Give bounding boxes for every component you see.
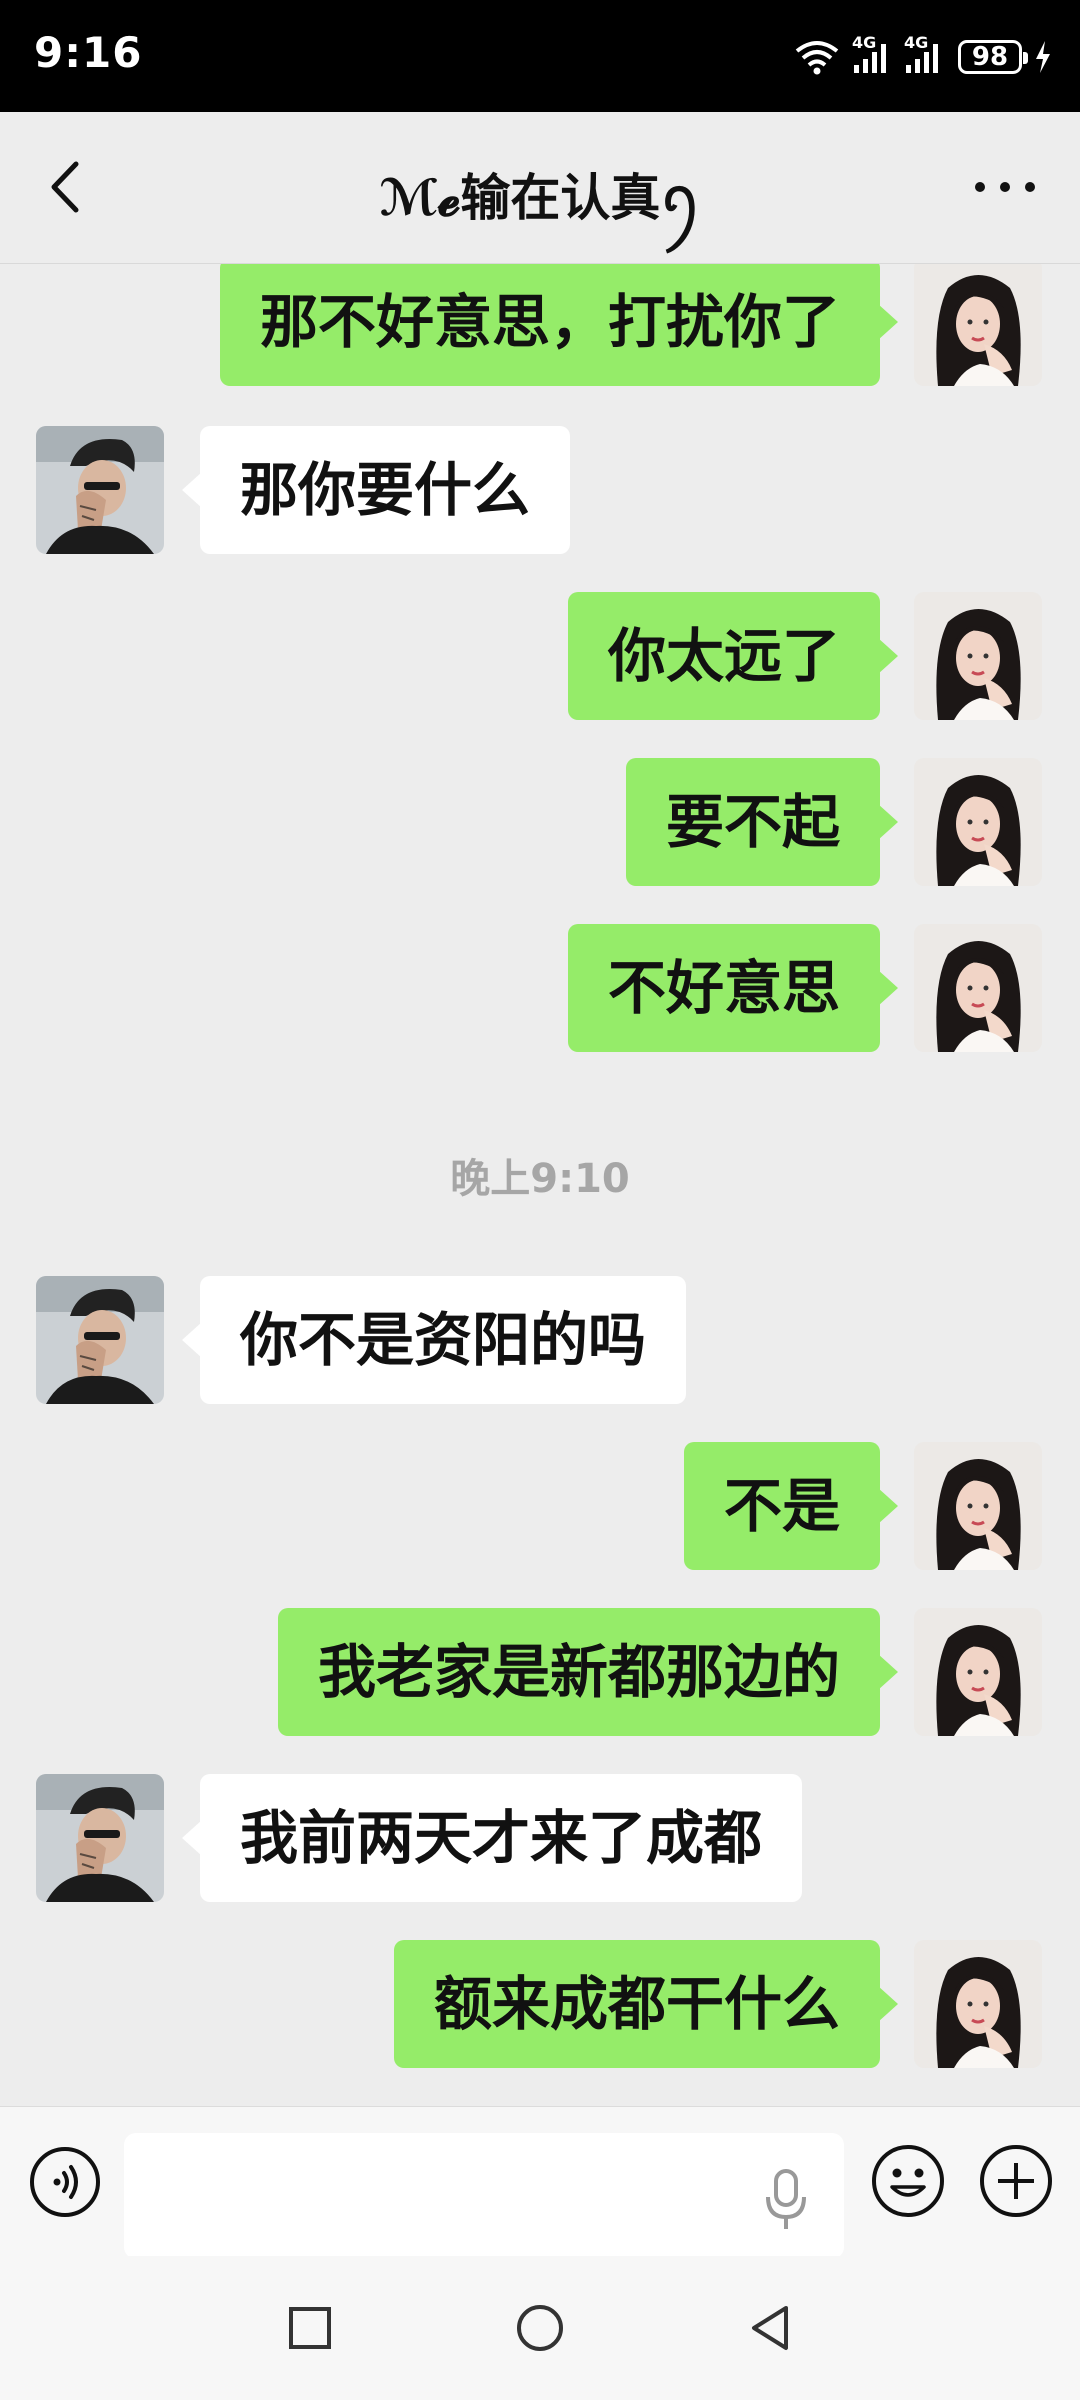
recents-square-icon[interactable] xyxy=(282,2300,338,2356)
mic-icon[interactable] xyxy=(762,2167,810,2233)
contact-avatar[interactable] xyxy=(36,1774,164,1902)
charging-icon xyxy=(1036,41,1050,73)
voice-icon[interactable] xyxy=(28,2145,102,2219)
chat-title: ℳ𝓮输在认真ꪆ xyxy=(379,169,701,227)
message-bubble[interactable]: 不好意思 xyxy=(567,924,899,1052)
status-time: 9:16 xyxy=(34,28,143,77)
outgoing-message: 你太远了 xyxy=(0,592,1080,720)
chat-messages[interactable]: 晚上9:10 那不好意思，打扰你了那你要什么你太远了要不起不好意思你不是资阳的吗… xyxy=(0,264,1080,2106)
outgoing-message: 不是 xyxy=(0,1442,1080,1570)
message-bubble[interactable]: 额来成都干什么 xyxy=(393,1940,899,2068)
outgoing-message: 不好意思 xyxy=(0,924,1080,1052)
back-icon[interactable] xyxy=(40,152,100,222)
incoming-message: 我前两天才来了成都 xyxy=(0,1774,1080,1902)
incoming-message: 你不是资阳的吗 xyxy=(0,1276,1080,1404)
plus-icon[interactable] xyxy=(978,2143,1054,2219)
system-nav-bar xyxy=(0,2256,1080,2400)
outgoing-message: 额来成都干什么 xyxy=(0,1940,1080,2068)
signal-1: 4G xyxy=(852,33,892,75)
my-avatar[interactable] xyxy=(914,264,1042,386)
my-avatar[interactable] xyxy=(914,592,1042,720)
wifi-icon xyxy=(795,41,839,75)
chat-header: ℳ𝓮输在认真ꪆ xyxy=(0,112,1080,264)
contact-avatar[interactable] xyxy=(36,426,164,554)
message-bubble[interactable]: 那不好意思，打扰你了 xyxy=(219,264,899,386)
message-bubble[interactable]: 我前两天才来了成都 xyxy=(181,1774,803,1902)
signal-2: 4G xyxy=(904,33,944,75)
message-input[interactable] xyxy=(124,2133,844,2259)
outgoing-message: 那不好意思，打扰你了 xyxy=(0,264,1080,386)
input-bar xyxy=(0,2106,1080,2259)
message-bubble[interactable]: 我老家是新都那边的 xyxy=(277,1608,899,1736)
status-bar: 9:16 4G 4G 98 xyxy=(0,0,1080,112)
my-avatar[interactable] xyxy=(914,1608,1042,1736)
emoji-icon[interactable] xyxy=(870,2143,946,2219)
outgoing-message: 要不起 xyxy=(0,758,1080,886)
status-icons: 4G 4G 98 xyxy=(794,33,1052,80)
network-type-1: 4G xyxy=(852,33,877,52)
message-bubble[interactable]: 你不是资阳的吗 xyxy=(181,1276,687,1404)
battery-indicator: 98 xyxy=(958,40,1028,74)
more-dots-icon[interactable] xyxy=(970,172,1040,202)
my-avatar[interactable] xyxy=(914,1940,1042,2068)
my-avatar[interactable] xyxy=(914,1442,1042,1570)
home-circle-icon[interactable] xyxy=(512,2300,568,2356)
message-bubble[interactable]: 不是 xyxy=(683,1442,899,1570)
contact-avatar[interactable] xyxy=(36,1276,164,1404)
back-triangle-icon[interactable] xyxy=(742,2300,798,2356)
message-bubble[interactable]: 你太远了 xyxy=(567,592,899,720)
message-bubble[interactable]: 要不起 xyxy=(625,758,899,886)
incoming-message: 那你要什么 xyxy=(0,426,1080,554)
network-type-2: 4G xyxy=(904,33,929,52)
outgoing-message: 我老家是新都那边的 xyxy=(0,1608,1080,1736)
my-avatar[interactable] xyxy=(914,758,1042,886)
message-bubble[interactable]: 那你要什么 xyxy=(181,426,571,554)
my-avatar[interactable] xyxy=(914,924,1042,1052)
time-separator: 晚上9:10 xyxy=(450,1156,630,1202)
